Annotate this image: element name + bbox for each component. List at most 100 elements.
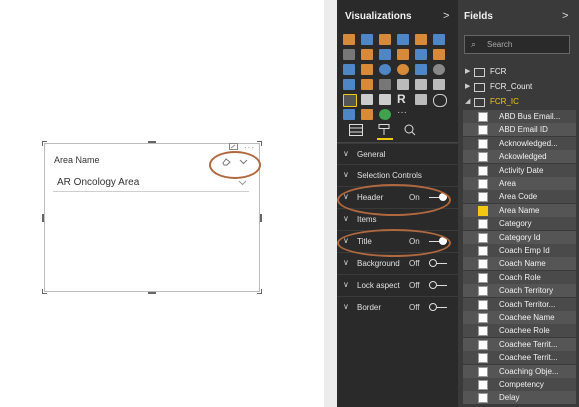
checkbox[interactable] xyxy=(478,366,488,377)
format-section-border[interactable]: ∨ Border Off xyxy=(337,296,458,318)
slicer-icon[interactable] xyxy=(343,94,357,107)
caret-collapsed-icon[interactable]: ▶ xyxy=(465,67,470,75)
field-item[interactable]: Coaching Obje... xyxy=(463,364,576,378)
format-section-general[interactable]: ∨ General xyxy=(337,143,458,165)
card-icon[interactable] xyxy=(397,79,409,90)
chevron-down-icon[interactable]: ∨ xyxy=(343,149,349,158)
resize-handle[interactable] xyxy=(261,289,262,294)
checkbox[interactable] xyxy=(478,232,488,243)
fields-search-input[interactable]: ⌕ Search xyxy=(464,35,570,54)
filled-map-icon[interactable] xyxy=(343,79,355,90)
pie-chart-icon[interactable] xyxy=(379,64,391,75)
line-clustered-icon[interactable] xyxy=(415,49,427,60)
more-visuals-icon[interactable]: ··· xyxy=(397,108,409,120)
chevron-down-icon[interactable]: ∨ xyxy=(343,214,349,223)
chevron-down-icon[interactable]: ∨ xyxy=(343,280,349,289)
checkbox[interactable] xyxy=(478,326,488,337)
field-item[interactable]: Coach Role xyxy=(463,270,576,284)
line-chart-icon[interactable] xyxy=(343,49,355,60)
checkbox[interactable] xyxy=(478,165,488,176)
checkbox[interactable] xyxy=(478,272,488,283)
checkbox[interactable] xyxy=(478,246,488,256)
custom-visual-icon[interactable] xyxy=(379,109,391,120)
stacked-bar-icon[interactable] xyxy=(343,34,355,45)
report-canvas[interactable]: ··· Area Name AR Oncology Area xyxy=(0,0,324,407)
slicer-visual[interactable]: ··· Area Name AR Oncology Area xyxy=(42,141,262,294)
field-item[interactable]: Category Id xyxy=(463,230,576,244)
resize-handle[interactable] xyxy=(260,214,262,222)
donut-chart-icon[interactable] xyxy=(397,64,409,75)
waterfall-icon[interactable] xyxy=(343,64,355,75)
custom-visual-icon[interactable] xyxy=(343,109,355,120)
field-item[interactable]: Ackowledged xyxy=(463,150,576,164)
field-item[interactable]: Coachee Role xyxy=(463,324,576,338)
checkbox[interactable] xyxy=(478,125,488,136)
field-item[interactable]: Coachee Name xyxy=(463,311,576,324)
resize-handle[interactable] xyxy=(42,141,43,146)
field-table-fcr[interactable]: ▶ FCR xyxy=(458,65,579,79)
caret-collapsed-icon[interactable]: ▶ xyxy=(465,82,470,90)
resize-handle[interactable] xyxy=(42,214,44,222)
analytics-magnifier-icon[interactable] xyxy=(403,124,419,138)
checkbox[interactable] xyxy=(478,313,488,323)
caret-expanded-icon[interactable]: ◢ xyxy=(465,97,470,105)
stacked-column-icon[interactable] xyxy=(361,34,373,45)
collapse-visualizations-icon[interactable]: > xyxy=(443,10,449,22)
ellipsis-icon[interactable]: ··· xyxy=(244,143,255,152)
field-item[interactable]: Competency xyxy=(463,378,576,391)
checkbox[interactable] xyxy=(478,179,488,189)
kpi-icon[interactable] xyxy=(433,79,445,90)
100-column-icon[interactable] xyxy=(433,34,445,45)
checkbox[interactable] xyxy=(478,286,488,297)
field-table-fcr_ic[interactable]: ◢ FCR_IC xyxy=(458,95,579,109)
checkbox[interactable] xyxy=(478,219,488,230)
chevron-down-icon[interactable]: ∨ xyxy=(343,302,349,311)
field-item[interactable]: Category xyxy=(463,217,576,231)
field-item[interactable]: ABD Bus Email... xyxy=(463,110,576,123)
format-section-selection-controls[interactable]: ∨ Selection Controls xyxy=(337,164,458,186)
field-item[interactable]: Coach Emp Id xyxy=(463,244,576,257)
table-icon[interactable] xyxy=(361,94,373,105)
checkbox[interactable] xyxy=(478,380,488,390)
map-icon[interactable] xyxy=(433,64,445,75)
field-item[interactable]: Coach Name xyxy=(463,257,576,271)
ribbon-chart-icon[interactable] xyxy=(433,49,445,60)
custom-visual-icon[interactable] xyxy=(361,109,373,120)
field-item[interactable]: Coach Territor... xyxy=(463,297,576,311)
field-item[interactable]: Activity Date xyxy=(463,163,576,177)
chevron-down-icon[interactable]: ∨ xyxy=(343,258,349,267)
chevron-down-icon[interactable]: ∨ xyxy=(343,170,349,179)
checkbox[interactable] xyxy=(478,138,488,149)
field-item[interactable]: Delay xyxy=(463,391,576,405)
field-item[interactable]: ABD Email ID xyxy=(463,123,576,137)
format-section-lock-aspect[interactable]: ∨ Lock aspect Off xyxy=(337,274,458,296)
cloud-icon[interactable] xyxy=(433,94,447,107)
resize-handle[interactable] xyxy=(148,292,156,294)
fields-tab-icon[interactable] xyxy=(349,124,365,138)
matrix-icon[interactable] xyxy=(379,94,391,105)
resize-handle[interactable] xyxy=(261,141,262,146)
checkbox[interactable] xyxy=(478,152,488,163)
field-table-fcr_count[interactable]: ▶ FCR_Count xyxy=(458,80,579,94)
slicer-dropdown[interactable]: AR Oncology Area xyxy=(53,174,249,192)
checkbox[interactable] xyxy=(478,393,488,404)
toggle-switch[interactable] xyxy=(429,281,447,289)
toggle-switch[interactable] xyxy=(429,259,447,267)
resize-handle[interactable] xyxy=(42,289,43,294)
field-item[interactable]: Coachee Territ... xyxy=(463,351,576,365)
checkbox[interactable] xyxy=(478,112,488,122)
field-item[interactable]: Area Name xyxy=(463,203,576,217)
field-item[interactable]: Coach Territory xyxy=(463,284,576,298)
toggle-switch[interactable] xyxy=(429,303,447,311)
checkbox[interactable] xyxy=(478,192,488,203)
treemap-icon[interactable] xyxy=(415,64,427,75)
field-item[interactable]: Area Code xyxy=(463,190,576,204)
checkbox[interactable] xyxy=(478,259,488,270)
multi-row-card-icon[interactable] xyxy=(415,79,427,90)
checkbox[interactable] xyxy=(478,353,488,364)
gauge-icon[interactable] xyxy=(379,79,391,90)
checkbox[interactable] xyxy=(478,299,488,310)
100-bar-icon[interactable] xyxy=(415,34,427,45)
dropdown-chevron-icon[interactable] xyxy=(238,179,247,188)
globe-icon[interactable] xyxy=(415,94,427,105)
